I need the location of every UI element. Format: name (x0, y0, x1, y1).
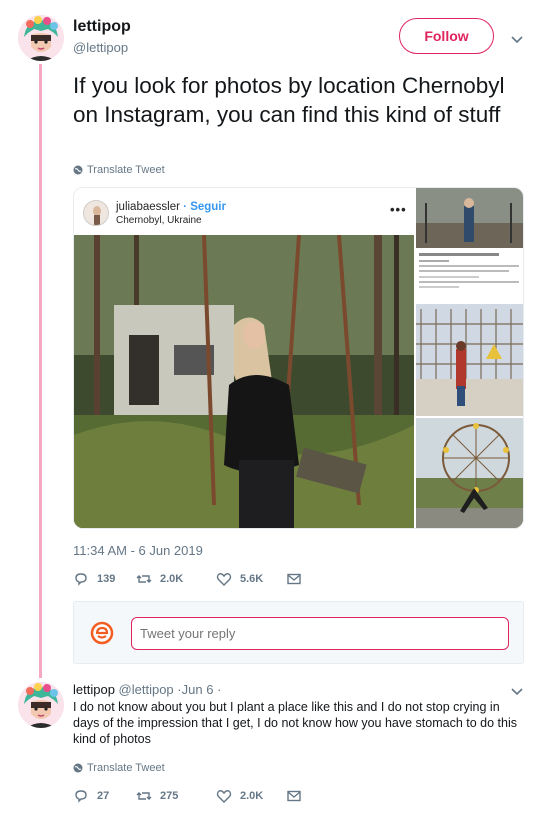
reply-retweet-count: 275 (160, 790, 179, 802)
like-icon (216, 573, 232, 586)
tweet-timestamp[interactable]: 11:34 AM - 6 Jun 2019 (73, 543, 203, 558)
reply-retweet-button[interactable]: 275 (136, 788, 216, 804)
side-photo-3 (416, 418, 523, 528)
reply-caret-down-icon[interactable] (510, 684, 524, 698)
retweet-icon (136, 792, 152, 800)
reply-author-name[interactable]: lettipop (73, 682, 115, 697)
reply-message-button[interactable] (286, 788, 302, 804)
avatar[interactable] (18, 15, 64, 61)
side-screenshot (416, 250, 523, 302)
like-icon (216, 790, 232, 803)
reply-icon (75, 790, 87, 803)
reply-button[interactable]: 139 (73, 571, 136, 587)
ig-avatar[interactable] (83, 200, 109, 226)
author-name[interactable]: lettipop (73, 18, 131, 36)
message-icon (287, 790, 301, 802)
reply-avatar[interactable] (18, 682, 64, 728)
ig-separator: · (183, 201, 187, 213)
reply-like-button[interactable]: 2.0K (216, 788, 286, 804)
caret-down-icon[interactable] (510, 32, 524, 46)
ig-username[interactable]: juliabaessler (116, 201, 180, 213)
reply-input[interactable] (131, 617, 509, 650)
main-photo (74, 235, 414, 528)
globe-icon (73, 763, 83, 773)
side-photo-1 (416, 188, 523, 248)
ig-more-icon[interactable]: ••• (390, 202, 407, 217)
reply-author-handle[interactable]: @lettipop (119, 682, 174, 697)
reply-like-count: 2.0K (240, 790, 264, 802)
ig-follow-link[interactable]: Seguir (190, 201, 226, 213)
reply-text: I do not know about you but I plant a pl… (73, 700, 518, 746)
reply-count: 139 (97, 573, 116, 585)
tweet-media[interactable]: juliabaessler · Seguir Chernobyl, Ukrain… (73, 187, 524, 529)
ig-username-row: juliabaessler · Seguir (116, 201, 226, 213)
follow-button[interactable]: Follow (399, 18, 494, 54)
instagram-post[interactable]: juliabaessler · Seguir Chernobyl, Ukrain… (74, 188, 414, 528)
reply-reply-button[interactable]: 27 (73, 788, 136, 804)
translate-tweet-link[interactable]: Translate Tweet (73, 164, 165, 176)
globe-icon (73, 165, 83, 175)
reply-translate-link[interactable]: Translate Tweet (73, 762, 165, 774)
like-button[interactable]: 5.6K (216, 571, 286, 587)
author-handle[interactable]: @lettipop (73, 40, 128, 55)
reply-compose (73, 601, 524, 664)
reply-reply-count: 27 (97, 790, 110, 802)
message-icon (287, 573, 301, 585)
translate-label: Translate Tweet (87, 164, 165, 176)
reply-actions: 27 275 2.0K (73, 787, 302, 805)
tweet-text: If you look for photos by location Chern… (73, 73, 505, 127)
tweet-actions: 139 2.0K 5.6K (73, 570, 302, 588)
reply-date[interactable]: ·Jun 6 · (177, 682, 221, 697)
retweet-icon (136, 575, 152, 583)
side-photos (416, 188, 523, 528)
user-avatar-icon (90, 621, 114, 645)
retweet-button[interactable]: 2.0K (136, 571, 216, 587)
like-count: 5.6K (240, 573, 264, 585)
retweet-count: 2.0K (160, 573, 184, 585)
thread-line (39, 64, 42, 678)
reply-meta: lettipop @lettipop ·Jun 6 · (73, 682, 221, 697)
reply-translate-label: Translate Tweet (87, 762, 165, 774)
reply-icon (75, 573, 87, 586)
side-photo-2 (416, 304, 523, 416)
ig-location[interactable]: Chernobyl, Ukraine (116, 215, 202, 226)
message-button[interactable] (286, 571, 302, 587)
